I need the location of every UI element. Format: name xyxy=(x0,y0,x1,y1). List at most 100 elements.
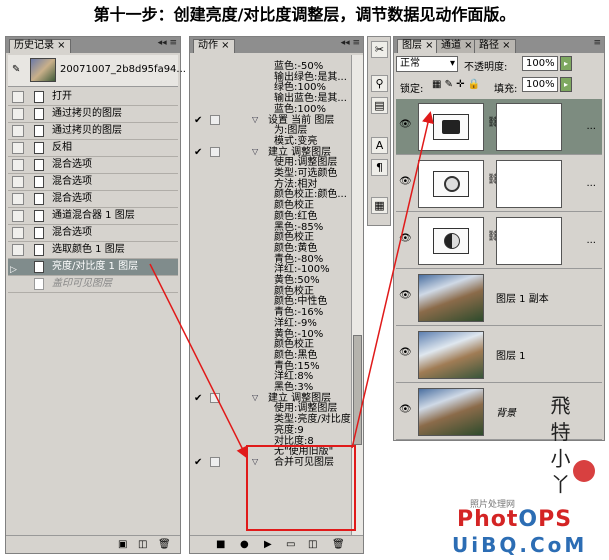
action-line[interactable]: 颜色校正 xyxy=(274,232,314,243)
scrollbar-thumb[interactable] xyxy=(353,335,362,445)
action-line[interactable]: 模式:变亮 xyxy=(274,136,317,147)
layers-menu-icon[interactable]: ≡ xyxy=(593,38,601,48)
history-item[interactable]: 打开 xyxy=(8,89,178,106)
history-brush-icon[interactable]: ✎ xyxy=(12,64,20,75)
action-line[interactable]: 黑色:3% xyxy=(274,382,313,393)
action-line[interactable]: 颜色:黄色 xyxy=(274,243,317,254)
history-item[interactable]: 混合选项 xyxy=(8,174,178,191)
action-line[interactable]: 青色:-16% xyxy=(274,307,323,318)
toggle-item-checkmark-icon[interactable]: ✔ xyxy=(194,115,204,126)
new-set-icon[interactable]: ▭ xyxy=(286,539,295,550)
layer-row-brightness-contrast[interactable]: 👁 ⛓ ... xyxy=(396,99,602,155)
action-line[interactable]: 类型:亮度/对比度 xyxy=(274,414,351,425)
layer-comps-icon[interactable]: ▦ xyxy=(371,197,388,214)
toggle-item-checkmark-icon[interactable]: ✔ xyxy=(194,147,204,158)
blend-mode-select[interactable]: 正常 ▾ xyxy=(396,56,458,72)
dialog-toggle-checkbox[interactable] xyxy=(210,456,220,467)
play-icon[interactable]: ▶ xyxy=(264,539,272,550)
action-line[interactable]: 颜色校正:颜色... xyxy=(274,189,347,200)
layer-row-selective-color[interactable]: 👁 ⛓ ... xyxy=(396,156,602,212)
visibility-eye-icon[interactable]: 👁 xyxy=(399,176,412,187)
action-line[interactable]: 颜色:中性色 xyxy=(274,296,327,307)
history-item[interactable]: 盖印可见图层 xyxy=(8,276,178,293)
history-item[interactable]: 通道混合器 1 图层 xyxy=(8,208,178,225)
stop-icon[interactable]: ■ xyxy=(216,539,225,550)
history-item-selected[interactable]: ▷ 亮度/对比度 1 图层 xyxy=(8,259,178,276)
info-icon[interactable]: ▤ xyxy=(371,97,388,114)
action-line[interactable]: 输出蓝色:是其... xyxy=(274,93,347,104)
history-source-checkbox[interactable] xyxy=(12,108,24,120)
toggle-item-checkmark-icon[interactable]: ✔ xyxy=(194,457,204,468)
opacity-slider-button[interactable]: ▸ xyxy=(560,56,572,71)
action-line[interactable]: 黄色:50% xyxy=(274,275,320,286)
fill-input[interactable]: 100% xyxy=(522,77,558,92)
history-item[interactable]: 通过拷贝的图层 xyxy=(8,106,178,123)
history-source-checkbox[interactable] xyxy=(12,176,24,188)
layer-row-channel-mixer[interactable]: 👁 ⛓ ... xyxy=(396,213,602,269)
action-line[interactable]: 设置 当前 图层 xyxy=(268,115,334,126)
history-item[interactable]: 混合选项 xyxy=(8,191,178,208)
paragraph-icon[interactable]: ¶ xyxy=(371,159,388,176)
history-source-checkbox[interactable] xyxy=(12,142,24,154)
layer-row-layer1[interactable]: 👁 图层 1 xyxy=(396,327,602,383)
action-line[interactable]: 使用:调整图层 xyxy=(274,157,337,168)
opacity-input[interactable]: 100% xyxy=(522,56,558,71)
action-line[interactable]: 洋红:-9% xyxy=(274,318,317,329)
layer-row-layer1-copy[interactable]: 👁 图层 1 副本 xyxy=(396,270,602,326)
action-line[interactable]: 青色:15% xyxy=(274,361,320,372)
history-source-checkbox[interactable] xyxy=(12,159,24,171)
history-source-checkbox[interactable] xyxy=(12,227,24,239)
lock-icons[interactable]: ▦ ✎ ✛ 🔒 xyxy=(432,79,480,90)
actions-menu-icon[interactable]: ◂◂ ≡ xyxy=(341,38,360,48)
visibility-eye-icon[interactable]: 👁 xyxy=(399,404,412,415)
expand-triangle-icon[interactable]: ▽ xyxy=(252,393,258,402)
dialog-toggle-checkbox[interactable] xyxy=(210,392,220,403)
action-line[interactable]: 蓝色:-50% xyxy=(274,61,323,72)
action-line[interactable]: 黑色:-85% xyxy=(274,222,323,233)
action-line[interactable]: 洋红:-100% xyxy=(274,264,330,275)
history-source-checkbox[interactable] xyxy=(12,91,24,103)
action-line[interactable]: 颜色:红色 xyxy=(274,211,317,222)
dialog-toggle-checkbox[interactable] xyxy=(210,146,220,157)
layer-mask-thumbnail[interactable] xyxy=(496,217,562,265)
action-line[interactable]: 青色:-80% xyxy=(274,254,323,265)
history-item[interactable]: 混合选项 xyxy=(8,225,178,242)
visibility-eye-icon[interactable]: 👁 xyxy=(399,119,412,130)
tab-actions[interactable]: 动作 × xyxy=(193,39,235,53)
panel-menu-icon[interactable]: ◂◂ ≡ xyxy=(158,38,177,48)
navigator-icon[interactable]: ⚲ xyxy=(371,75,388,92)
action-line[interactable]: 黄色:-10% xyxy=(274,329,323,340)
action-line[interactable]: 蓝色:100% xyxy=(274,104,326,115)
new-snapshot-icon[interactable]: ◫ xyxy=(138,539,147,550)
history-source-checkbox[interactable] xyxy=(12,193,24,205)
dialog-toggle-checkbox[interactable] xyxy=(210,114,220,125)
action-line[interactable]: 洋红:8% xyxy=(274,371,313,382)
action-line[interactable]: 颜色校正 xyxy=(274,200,314,211)
history-source-checkbox[interactable] xyxy=(12,125,24,137)
action-line[interactable]: 建立 调整图层 xyxy=(268,147,331,158)
tab-history[interactable]: 历史记录 × xyxy=(9,39,71,53)
tools-icon[interactable]: ✂ xyxy=(371,41,388,58)
new-document-icon[interactable]: ▣ xyxy=(118,539,127,550)
trash-icon[interactable]: 🗑 xyxy=(158,539,171,550)
visibility-eye-icon[interactable]: 👁 xyxy=(399,290,412,301)
action-line[interactable]: 颜色校正 xyxy=(274,339,314,350)
toggle-item-checkmark-icon[interactable]: ✔ xyxy=(194,393,204,404)
trash-icon[interactable]: 🗑 xyxy=(332,539,345,550)
action-line[interactable]: 颜色:黑色 xyxy=(274,350,317,361)
history-item[interactable]: 通过拷贝的图层 xyxy=(8,123,178,140)
visibility-eye-icon[interactable]: 👁 xyxy=(399,233,412,244)
action-line[interactable]: 类型:可选颜色 xyxy=(274,168,337,179)
layer-mask-thumbnail[interactable] xyxy=(496,160,562,208)
tab-layers[interactable]: 图层 × xyxy=(397,39,439,53)
expand-triangle-icon[interactable]: ▽ xyxy=(252,115,258,124)
history-item[interactable]: 反相 xyxy=(8,140,178,157)
character-icon[interactable]: A xyxy=(371,137,388,154)
tab-paths[interactable]: 路径 × xyxy=(474,39,516,53)
new-action-icon[interactable]: ◫ xyxy=(308,539,317,550)
history-item[interactable]: 混合选项 xyxy=(8,157,178,174)
expand-triangle-icon[interactable]: ▽ xyxy=(252,147,258,156)
history-source-checkbox[interactable] xyxy=(12,244,24,256)
history-source-checkbox[interactable] xyxy=(12,210,24,222)
record-icon[interactable]: ● xyxy=(240,539,249,550)
